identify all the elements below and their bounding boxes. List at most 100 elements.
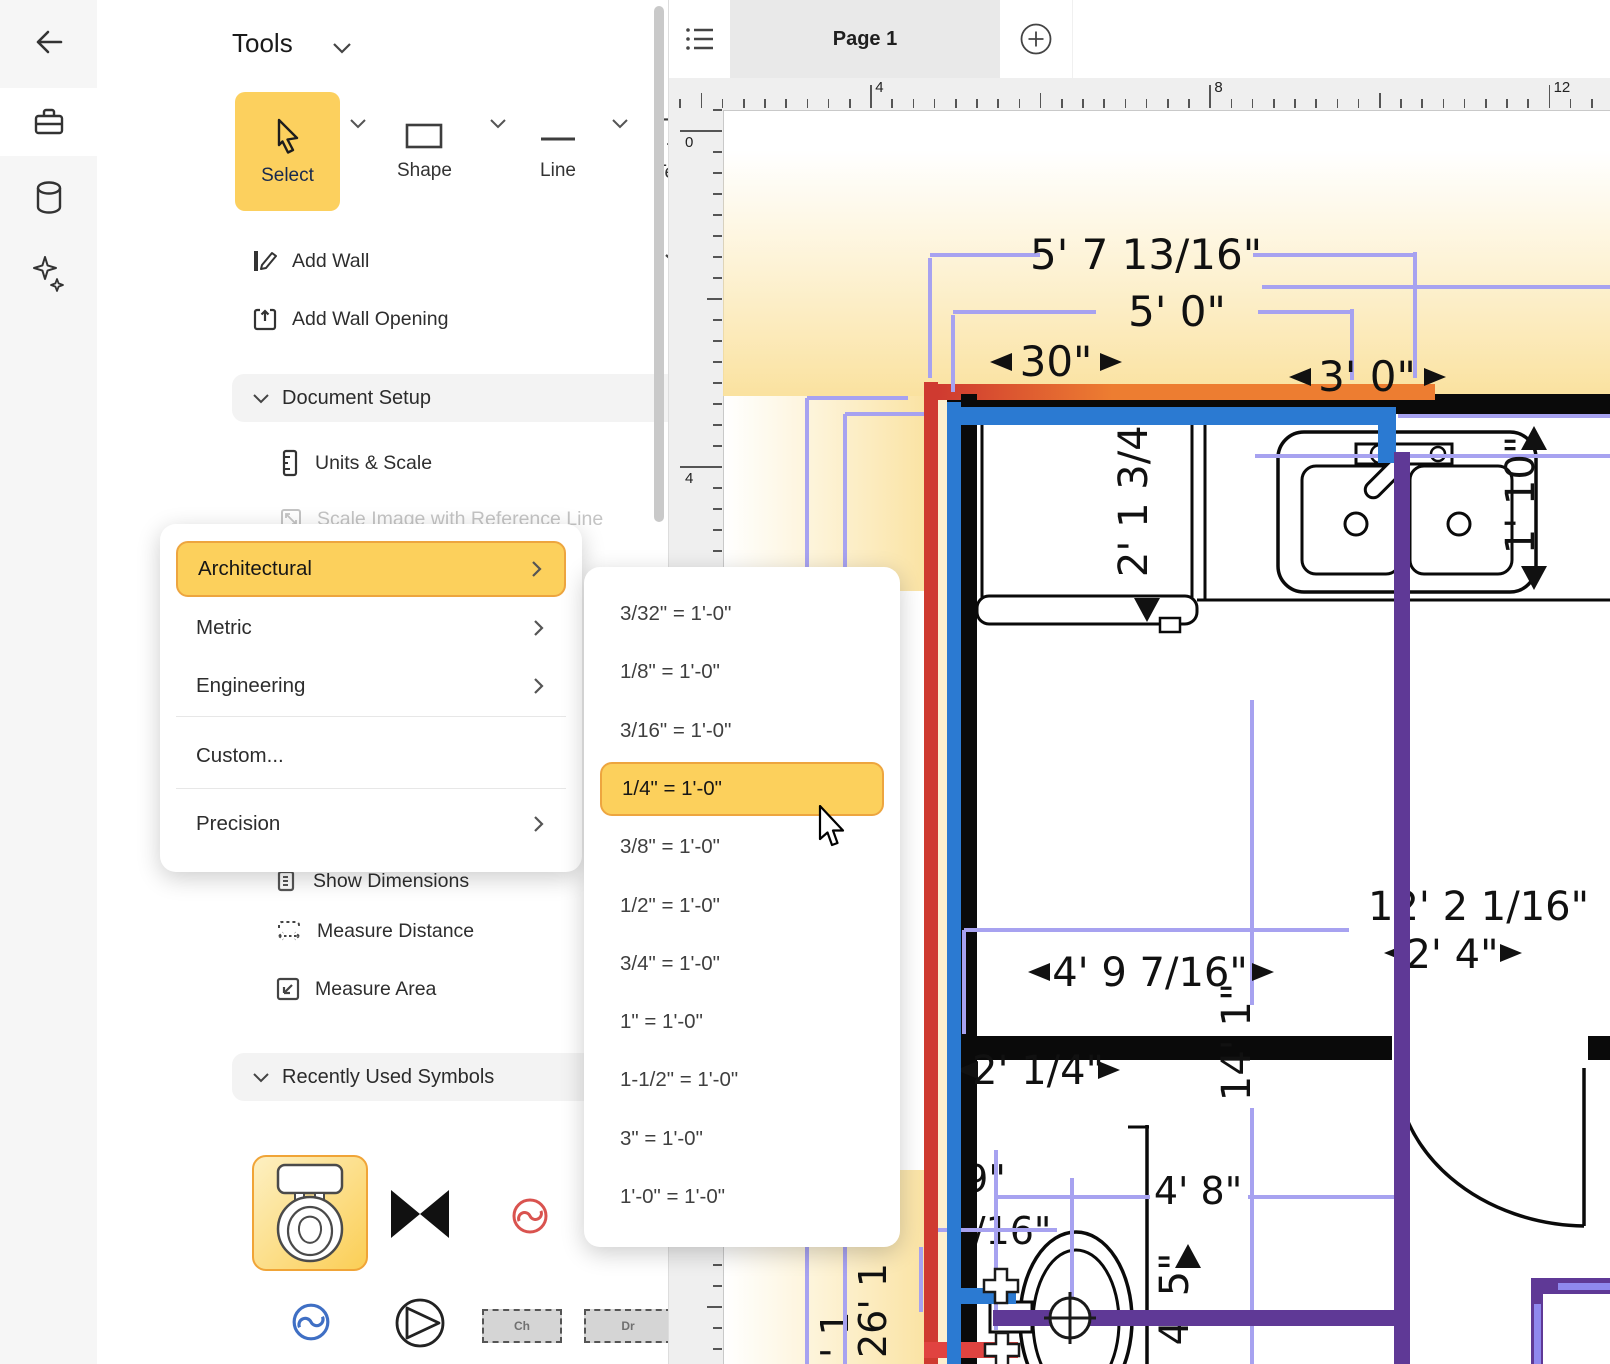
chevron-right-icon [531,560,542,578]
ruler-tick [1315,99,1317,108]
symbol-chip-dr[interactable]: Dr [584,1309,672,1343]
ruler-tick [743,99,745,108]
ruler-tick [1379,93,1381,108]
ruler-tick [679,99,681,108]
svg-text:2' 4": 2' 4" [1405,932,1498,978]
line-label: Line [540,160,576,182]
symbol-pump-blue-2[interactable] [291,1302,331,1342]
symbol-toilet[interactable] [252,1155,368,1271]
panel-scrollbar[interactable] [654,6,664,522]
line-dropdown-icon[interactable] [611,118,629,129]
svg-text:14' 1": 14' 1" [1214,983,1260,1101]
ruler-tick [1400,99,1402,108]
ruler-tick [1040,93,1042,108]
pump-blue-icon [291,1302,331,1342]
ruler-tick [807,99,809,108]
units-scale-row[interactable]: Units & Scale [279,442,709,484]
line-tool-button[interactable]: Line [537,128,579,182]
ruler-tick [713,361,722,363]
back-button[interactable] [0,10,97,74]
add-wall-row[interactable]: Add Wall [252,240,712,282]
floorplan-app: { "accent_yellow": "#fcd05c", "rail": {"… [0,0,1610,1364]
symbol-pump-triangle[interactable] [393,1296,447,1350]
document-setup-chevron-icon [252,393,270,404]
menu-item-engineering[interactable]: Engineering [176,658,566,714]
ruler-tick [1421,99,1423,108]
tab-page-1[interactable]: Page 1 [730,0,1000,78]
scale-option-9[interactable]: 3" = 1'-0" [600,1112,884,1166]
sparkles-icon [29,253,69,295]
refrigerator[interactable] [982,420,1192,602]
refrigerator-handle [1160,618,1180,632]
svg-text:26' 1: 26' 1 [851,1263,895,1358]
ruler-tick [713,1327,722,1329]
ruler-tick [1019,99,1021,108]
pipe-red-vertical[interactable] [924,382,938,1364]
ruler-label: 4 [685,470,693,487]
sink-basin-right [1410,466,1512,574]
svg-text:3' 0": 3' 0" [1318,352,1416,401]
ruler-tick [701,93,703,108]
add-wall-opening-label: Add Wall Opening [292,308,448,331]
svg-text:' 1: ' 1 [813,1311,857,1358]
wall-stub-right[interactable] [1588,1036,1610,1060]
scale-option-10[interactable]: 1'-0" = 1'-0" [600,1170,884,1224]
menu-item-precision[interactable]: Precision [176,796,566,852]
ruler-tick [713,151,722,153]
scale-option-0[interactable]: 3/32" = 1'-0" [600,587,884,641]
pipe-blue-vertical[interactable] [947,402,961,1364]
ruler-tick [713,256,722,258]
symbol-pump-red[interactable] [511,1197,549,1235]
symbol-valve[interactable] [389,1188,451,1240]
pipe-blue-horizontal[interactable] [947,407,1396,425]
page-list-button[interactable] [669,0,730,78]
symbol-chip-ch[interactable]: Ch [482,1309,562,1343]
scale-option-5[interactable]: 1/2" = 1'-0" [600,879,884,933]
show-dimensions-label: Show Dimensions [313,870,469,893]
scale-option-6[interactable]: 3/4" = 1'-0" [600,937,884,991]
menu-item-metric[interactable]: Metric [176,600,566,656]
ruler-tick [849,99,851,108]
leader-corner-v [1534,1304,1541,1364]
document-setup-header[interactable]: Document Setup [232,374,717,422]
ruler-tick [1061,99,1063,108]
rail-item-ai[interactable] [0,240,97,308]
rail-item-shapes[interactable] [0,164,97,232]
scale-option-1[interactable]: 1/8" = 1'-0" [600,645,884,699]
tools-chevron-icon[interactable] [332,42,352,54]
ruler-tick [713,529,722,531]
select-label: Select [261,165,314,187]
add-wall-opening-row[interactable]: Add Wall Opening [252,298,712,340]
menu-item-architectural[interactable]: Architectural [176,541,566,597]
measure-area-icon [275,976,301,1002]
pipe-purple-vertical[interactable] [1394,452,1410,1364]
select-tool-button[interactable]: Select [235,92,340,211]
select-dropdown-icon[interactable] [349,118,367,129]
ruler-tick [713,550,722,552]
scale-option-2[interactable]: 3/16" = 1'-0" [600,704,884,758]
shape-tool-button[interactable]: Shape [397,122,452,182]
ruler-tick [713,1348,722,1350]
ruler-tick [1273,99,1275,108]
ruler-tick [1252,99,1254,108]
shape-dropdown-icon[interactable] [489,118,507,129]
add-wall-opening-icon [252,306,278,332]
ruler-tick [1231,99,1233,108]
menu-item-custom-[interactable]: Custom... [176,728,566,784]
horizontal-ruler[interactable]: 4812 [669,78,1610,111]
chevron-right-icon [533,815,544,833]
scale-option-7[interactable]: 1" = 1'-0" [600,995,884,1049]
ruler-tick [870,85,872,108]
ruler-tick [997,99,999,108]
pipe-junction-symbol [985,1333,1019,1364]
rail-item-toolbox[interactable] [0,88,97,156]
door-arc[interactable] [1396,1066,1584,1226]
ruler-tick [1103,99,1105,108]
chevron-right-icon [533,677,544,695]
ruler-tick [1146,99,1148,108]
measure-distance-icon [275,918,303,944]
chip-dr-label: Dr [621,1319,634,1333]
add-page-button[interactable] [1000,0,1073,78]
wall-left[interactable] [961,394,977,1364]
scale-option-8[interactable]: 1-1/2" = 1'-0" [600,1053,884,1107]
